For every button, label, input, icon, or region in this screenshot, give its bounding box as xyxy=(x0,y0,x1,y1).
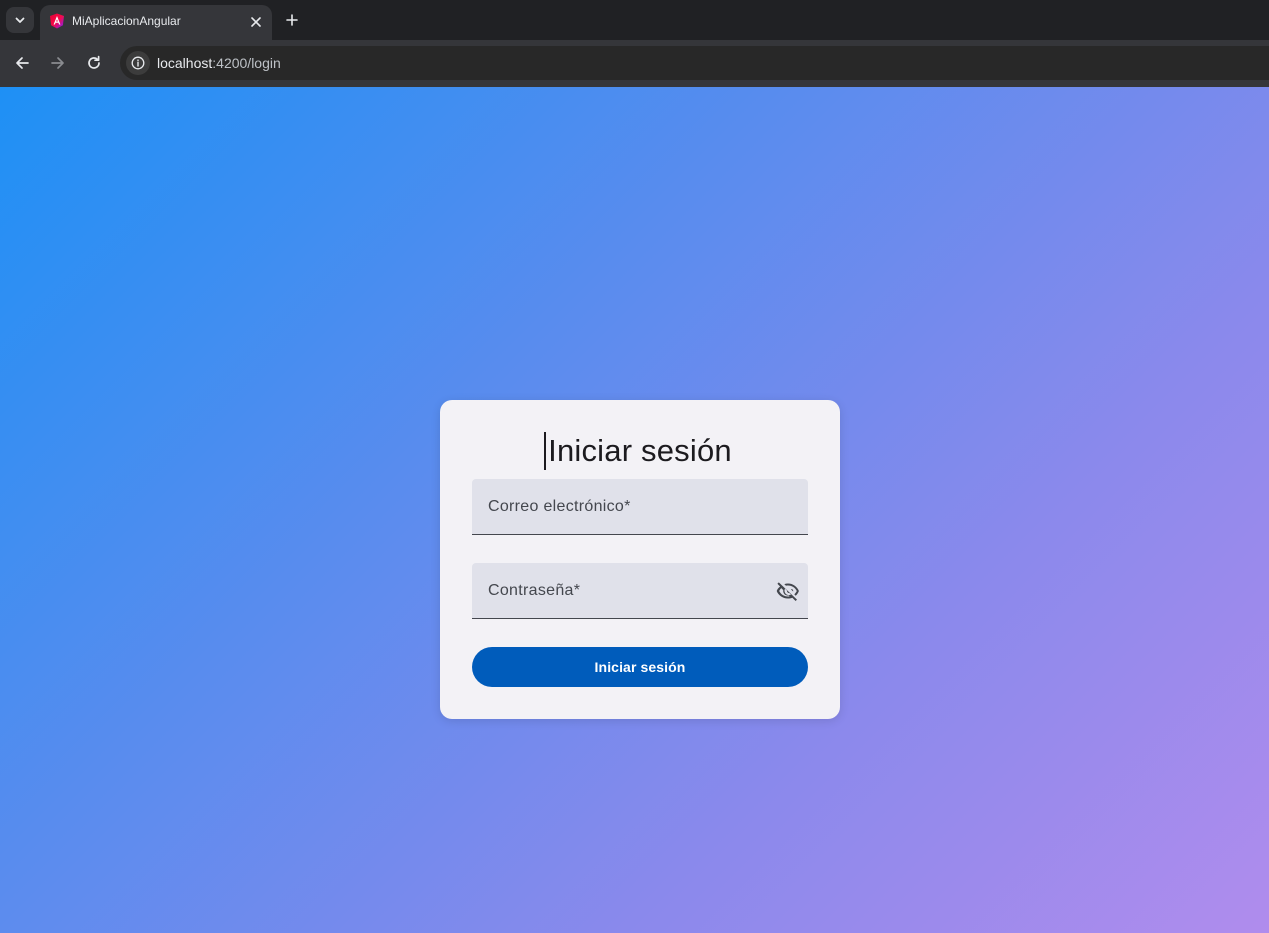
tab-close-button[interactable] xyxy=(246,12,266,32)
reload-button[interactable] xyxy=(82,51,106,75)
password-field[interactable]: Contraseña* xyxy=(472,563,808,619)
login-submit-button[interactable]: Iniciar sesión xyxy=(472,647,808,687)
angular-logo-icon xyxy=(50,13,64,29)
browser-toolbar: localhost:4200/login xyxy=(0,40,1269,87)
arrow-left-icon xyxy=(16,57,29,69)
login-card: Iniciar sesión Correo electrónico* Contr… xyxy=(440,400,840,719)
browser-tab-strip: MiAplicacionAngular xyxy=(0,0,1269,40)
page-background: Iniciar sesión Correo electrónico* Contr… xyxy=(0,87,1269,933)
browser-tab[interactable]: MiAplicacionAngular xyxy=(40,5,272,40)
forward-button[interactable] xyxy=(46,51,70,75)
info-icon xyxy=(131,56,145,70)
visibility-off-icon xyxy=(776,582,799,601)
password-visibility-toggle[interactable] xyxy=(776,579,800,603)
email-field[interactable]: Correo electrónico* xyxy=(472,479,808,535)
back-button[interactable] xyxy=(10,51,34,75)
arrow-right-icon xyxy=(51,57,64,69)
chevron-down-icon xyxy=(15,17,25,23)
login-title: Iniciar sesión xyxy=(548,433,732,468)
close-icon xyxy=(251,17,261,27)
plus-icon xyxy=(286,14,298,26)
email-input[interactable] xyxy=(488,497,768,519)
reload-icon xyxy=(88,55,100,69)
password-input[interactable] xyxy=(488,581,768,603)
site-info-button[interactable] xyxy=(126,51,150,75)
url-text: localhost:4200/login xyxy=(157,55,281,71)
address-bar[interactable]: localhost:4200/login xyxy=(120,46,1269,80)
url-path: :4200/login xyxy=(212,55,281,71)
tab-title: MiAplicacionAngular xyxy=(72,14,181,28)
new-tab-button[interactable] xyxy=(281,9,303,31)
tab-search-button[interactable] xyxy=(6,7,34,33)
url-host: localhost xyxy=(157,55,213,71)
